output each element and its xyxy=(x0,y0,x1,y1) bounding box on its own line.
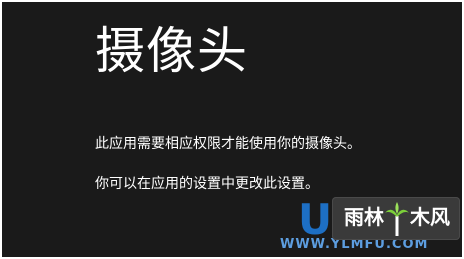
watermark-text-right: 木风 xyxy=(410,205,450,229)
page-title: 摄像头 xyxy=(95,22,248,80)
camera-permission-screen: 摄像头 此应用需要相应权限才能使用你的摄像头。 你可以在应用的设置中更改此设置。… xyxy=(2,2,462,257)
watermark-text-left: 雨林 xyxy=(344,205,384,229)
tree-icon xyxy=(385,202,409,236)
settings-hint: 你可以在应用的设置中更改此设置。 xyxy=(95,176,319,192)
watermark-logo: 雨林 木风 xyxy=(332,197,460,240)
watermark-letter: U xyxy=(298,195,333,244)
permission-message: 此应用需要相应权限才能使用你的摄像头。 xyxy=(95,136,361,152)
